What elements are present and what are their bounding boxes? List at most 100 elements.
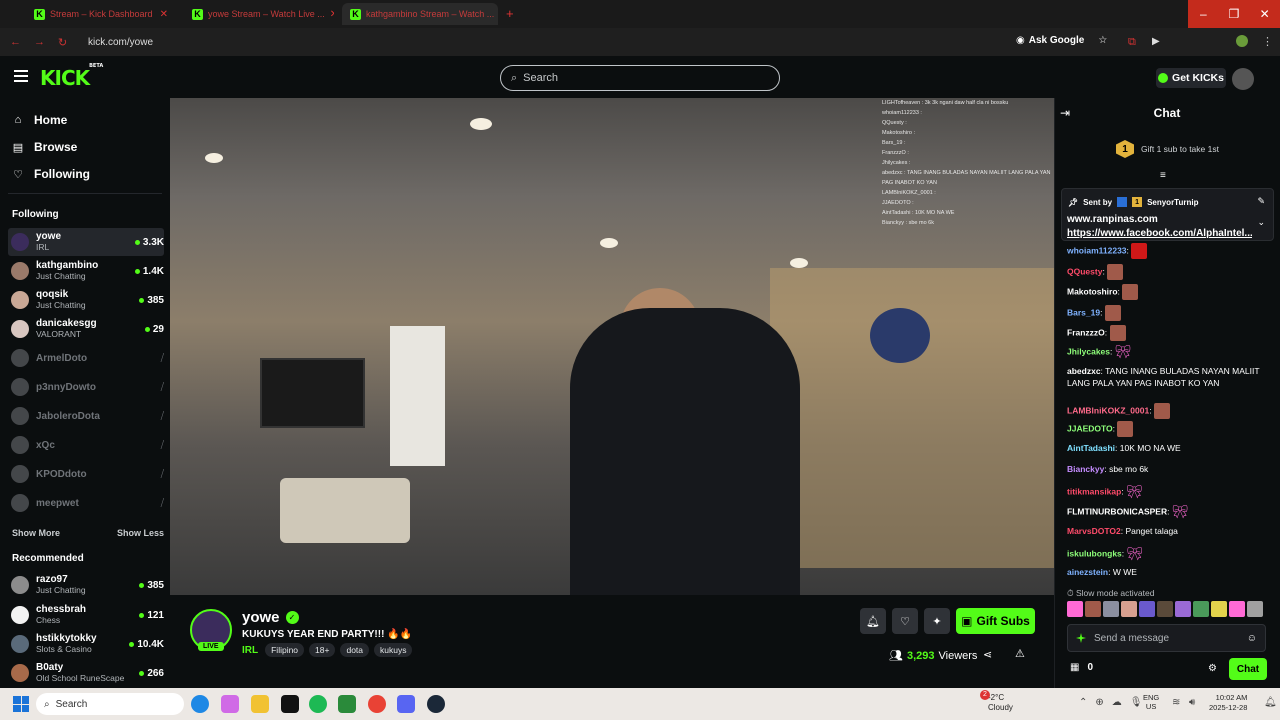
chevron-up-icon[interactable]: ⌃ [1079, 697, 1087, 708]
maximize-icon[interactable]: ❐ [1219, 0, 1250, 28]
minimize-icon[interactable]: – [1188, 0, 1219, 28]
steam-icon[interactable] [427, 695, 445, 713]
expand-pinned-icon[interactable]: ≡ [1160, 170, 1166, 181]
spotify-icon[interactable] [309, 695, 327, 713]
taskbar-search[interactable]: ⌕ Search [36, 693, 184, 715]
chat-username[interactable]: whoiam112233 [1067, 245, 1127, 255]
emote-button[interactable] [1157, 601, 1173, 617]
chat-username[interactable]: ainezstein [1067, 567, 1108, 577]
chat-username[interactable]: LAMBlniKOKZ_0001 [1067, 405, 1149, 415]
mic-icon[interactable]: 🎙︎ [1130, 697, 1143, 708]
search-input[interactable]: ⌕ Search [500, 65, 780, 91]
emote-button[interactable] [1211, 601, 1227, 617]
input-language[interactable]: ENG US [1143, 693, 1159, 711]
following-channel-p3nnydowto[interactable]: p3nnyDowto ⧸ [8, 373, 164, 401]
chat-username[interactable]: JJAEDOTO [1067, 423, 1113, 433]
chat-username[interactable]: FranzzzO [1067, 327, 1105, 337]
unfollow-button[interactable]: ♡ [892, 608, 918, 634]
report-icon[interactable]: ⚠ [1015, 647, 1025, 660]
tag-dota[interactable]: dota [340, 643, 370, 657]
following-channel-kathgambino[interactable]: kathgambino Just Chatting 1.4K [8, 257, 164, 285]
chat-username[interactable]: FLMTINURBONICASPER [1067, 506, 1167, 516]
volume-icon[interactable]: 🔊︎ [1189, 697, 1195, 708]
send-chat-button[interactable]: Chat [1229, 658, 1267, 680]
kick-logo[interactable]: KICKBETA [40, 63, 103, 90]
emote-button[interactable] [1247, 601, 1263, 617]
browser-tab-kathgambino[interactable]: K kathgambino Stream – Watch ... ✕ [342, 3, 498, 25]
bookmark-star-icon[interactable]: ☆ [1098, 35, 1107, 46]
recommended-channel-b0aty[interactable]: B0aty Old School RuneScape 266 [8, 659, 164, 687]
browser-tab-yowe[interactable]: K yowe Stream – Watch Live ... ✕ [184, 3, 334, 25]
pinned-link[interactable]: https://www.facebook.com/AlphaIntel... [1067, 228, 1252, 239]
back-icon[interactable]: ← [10, 36, 21, 48]
profile-icon[interactable] [1236, 35, 1248, 47]
network-icon[interactable]: ⊕ [1095, 697, 1103, 708]
tag-filipino[interactable]: Filipino [265, 643, 305, 657]
notification-bell-button[interactable]: 🔔︎ [860, 608, 886, 634]
emote-button[interactable] [1139, 601, 1155, 617]
emote-button[interactable] [1175, 601, 1191, 617]
chat-username[interactable]: Jhilycakes [1067, 346, 1110, 356]
recommended-channel-hstikkytokky[interactable]: hstikkytokky Slots & Casino 10.4K [8, 630, 164, 658]
following-channel-danicakesgg[interactable]: danicakesgg VALORANT 29 [8, 315, 164, 343]
chat-username[interactable]: titikmansikap [1067, 486, 1121, 496]
chat-username[interactable]: Bars_19 [1067, 307, 1100, 317]
close-tab-icon[interactable]: ✕ [330, 9, 334, 20]
copilot-icon[interactable] [221, 695, 239, 713]
pinned-username[interactable]: SenyorTurnip [1147, 198, 1198, 207]
user-avatar[interactable] [1232, 68, 1254, 90]
emote-button[interactable] [1121, 601, 1137, 617]
nav-home[interactable]: ⌂ Home [12, 113, 68, 127]
notification-bell-icon[interactable]: 🔔︎ [1264, 697, 1277, 708]
extension-icon[interactable]: ⧉ [1128, 36, 1136, 49]
pinned-line[interactable]: www.ranpinas.com [1067, 214, 1158, 225]
play-extension-icon[interactable]: ▶ [1152, 36, 1160, 47]
recommended-channel-razo97[interactable]: razo97 Just Chatting 385 [8, 571, 164, 599]
ask-google-button[interactable]: ◉ Ask Google ☆ [1016, 35, 1107, 46]
chat-username[interactable]: MarvsDOTO2 [1067, 526, 1121, 536]
show-more-button[interactable]: Show More [12, 528, 60, 538]
video-player[interactable]: LIGHTofheaven : 3k 3k ngani daw half cla… [170, 98, 1054, 595]
discord-icon[interactable] [397, 695, 415, 713]
emote-button[interactable] [1193, 601, 1209, 617]
chat-message-input[interactable]: Send a message ☺ [1067, 624, 1266, 652]
chrome-icon[interactable] [368, 695, 386, 713]
file-explorer-icon[interactable] [251, 695, 269, 713]
url-text[interactable]: kick.com/yowe [88, 37, 153, 48]
chevron-down-icon[interactable]: ⌄ [1257, 217, 1265, 228]
following-channel-armeldoto[interactable]: ArmelDoto ⧸ [8, 344, 164, 372]
nav-following[interactable]: ♡ Following [12, 167, 90, 181]
chat-username[interactable]: AintTadashi [1067, 443, 1115, 453]
tiktok-icon[interactable] [281, 695, 299, 713]
chat-username[interactable]: QQuesty [1067, 266, 1102, 276]
gift-leaderboard-banner[interactable]: 1 Gift 1 sub to take 1st [1116, 140, 1219, 158]
category-link[interactable]: IRL [242, 645, 258, 656]
chat-username[interactable]: iskulubongks [1067, 548, 1122, 558]
chat-settings-gear-icon[interactable]: ⚙ [1208, 663, 1217, 674]
chat-username[interactable]: Makotoshiro [1067, 286, 1118, 296]
share-icon[interactable]: ⋖ [983, 648, 992, 661]
system-clock[interactable]: 10:02 AM 2025-12-28 [1209, 693, 1247, 713]
hamburger-menu-icon[interactable] [14, 70, 28, 82]
browser-tab-dashboard[interactable]: K Stream – Kick Dashboard ✕ [26, 3, 176, 25]
wifi-icon[interactable]: ≋ [1172, 697, 1180, 708]
tag-18plus[interactable]: 18+ [309, 643, 336, 657]
close-tab-icon[interactable]: ✕ [160, 9, 168, 20]
unpin-icon[interactable]: ✎ [1257, 196, 1265, 207]
windows-start-icon[interactable] [13, 696, 29, 712]
emote-button[interactable] [1067, 601, 1083, 617]
channel-name-heading[interactable]: yowe ✓ [242, 609, 299, 626]
show-less-button[interactable]: Show Less [117, 528, 164, 538]
following-channel-kpoddoto[interactable]: KPODdoto ⧸ [8, 460, 164, 488]
following-channel-xqc[interactable]: xQc ⧸ [8, 431, 164, 459]
gift-subs-button[interactable]: ▣ Gift Subs [956, 608, 1035, 634]
forward-icon[interactable]: → [34, 36, 45, 48]
following-channel-jabolerodota[interactable]: JaboleroDota ⧸ [8, 402, 164, 430]
following-channel-meepwet[interactable]: meepwet ⧸ [8, 489, 164, 517]
browser-menu-icon[interactable]: ⋮ [1262, 35, 1273, 48]
get-kicks-button[interactable]: Get KICKs [1156, 68, 1226, 88]
emote-button[interactable] [1229, 601, 1245, 617]
emoji-picker-icon[interactable]: ☺ [1247, 633, 1257, 644]
reload-icon[interactable]: ↻ [58, 36, 67, 49]
following-channel-qoqsik[interactable]: qoqsik Just Chatting 385 [8, 286, 164, 314]
